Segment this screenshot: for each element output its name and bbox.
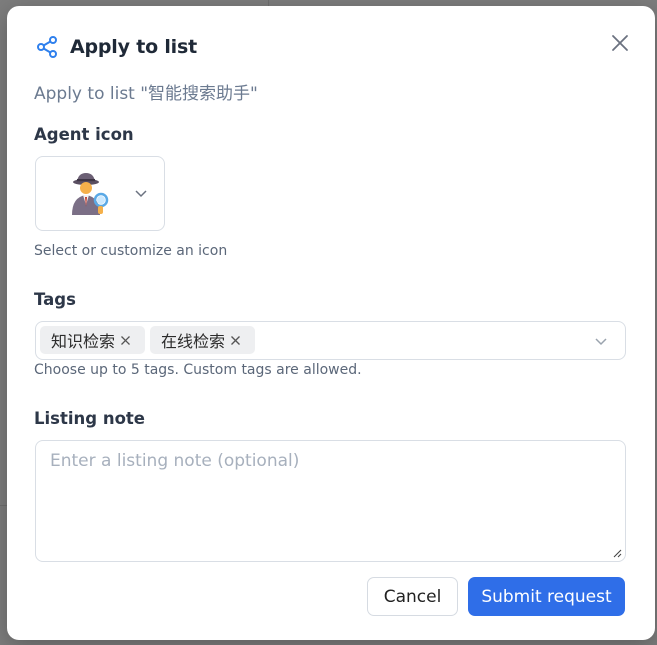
background-divider (0, 505, 7, 506)
remove-tag-icon[interactable] (120, 335, 131, 346)
agent-icon-picker[interactable] (35, 156, 165, 231)
tag-chip: 知识检索 (40, 326, 145, 354)
tag-chip: 在线检索 (150, 326, 255, 354)
share-icon (37, 36, 57, 58)
close-icon[interactable] (609, 32, 631, 54)
submit-request-button[interactable]: Submit request (468, 577, 625, 616)
agent-icon-label: Agent icon (34, 125, 134, 144)
chevron-down-icon (135, 190, 147, 198)
cancel-button[interactable]: Cancel (367, 577, 458, 616)
tags-help: Choose up to 5 tags. Custom tags are all… (34, 362, 362, 378)
remove-tag-icon[interactable] (230, 335, 241, 346)
dialog-subtitle: Apply to list "智能搜索助手" (34, 84, 258, 104)
agent-icon-help: Select or customize an icon (34, 243, 228, 259)
apply-to-list-dialog: Apply to list Apply to list "智能搜索助手" Age… (7, 6, 655, 640)
tag-text: 在线检索 (161, 332, 226, 351)
listing-note-label: Listing note (34, 409, 145, 428)
resize-handle-icon[interactable] (612, 548, 622, 558)
listing-note-box (35, 440, 626, 562)
chevron-down-icon[interactable] (594, 334, 608, 348)
tags-select[interactable]: 知识检索 在线检索 (35, 321, 626, 360)
dialog-header: Apply to list (35, 34, 197, 60)
tags-label: Tags (34, 290, 76, 309)
detective-icon (72, 173, 109, 215)
dialog-title: Apply to list (70, 36, 197, 58)
listing-note-input[interactable] (36, 441, 625, 561)
tag-text: 知识检索 (51, 332, 116, 351)
